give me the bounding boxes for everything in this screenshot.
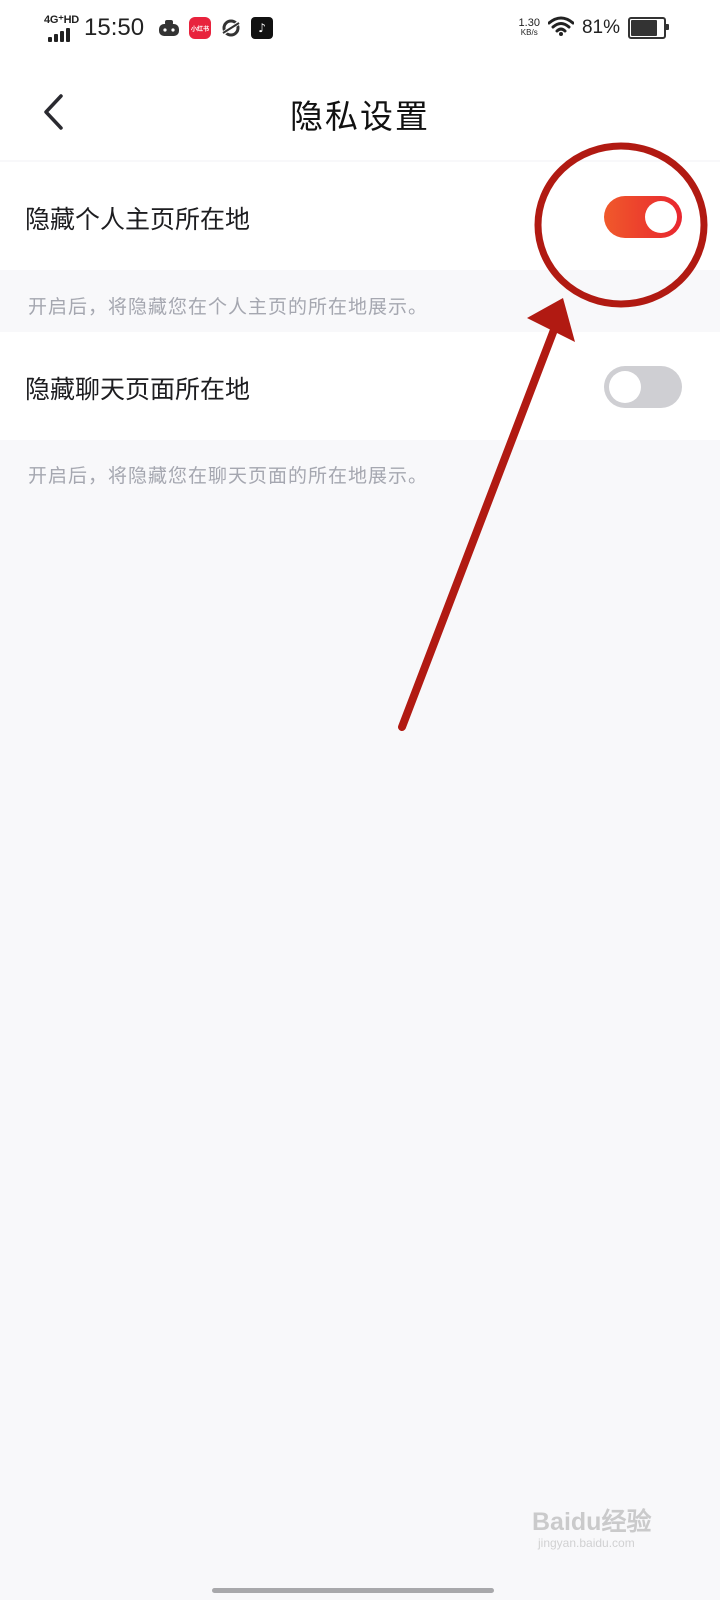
baidu-watermark: Baidu经验 jingyan.baidu.com: [532, 1496, 668, 1560]
battery-icon: [628, 17, 669, 39]
network-speed: 1.30 KB/s: [519, 18, 540, 38]
header: 隐私设置: [0, 70, 720, 154]
status-bar: 4G⁺HD 15:50 小红书 ♪ 1.30 KB/s 81%: [0, 0, 720, 56]
status-bar-left: 4G⁺HD 15:50 小红书 ♪: [44, 12, 282, 44]
home-indicator[interactable]: [212, 1588, 494, 1593]
status-bar-right: 1.30 KB/s 81%: [519, 12, 669, 44]
setting-row-hide-chat-location: 隐藏聊天页面所在地: [0, 332, 720, 440]
status-time: 15:50: [84, 14, 145, 41]
network-type: 4G⁺HD: [44, 14, 79, 26]
watermark-brand: Baidu经验: [532, 1508, 652, 1536]
toggle-hide-profile-location[interactable]: [604, 196, 682, 238]
setting-description-hide-chat-location: 开启后，将隐藏您在聊天页面的所在地展示。: [28, 465, 429, 487]
toggle-knob: [609, 371, 641, 403]
cellular-signal: 4G⁺HD: [44, 13, 79, 43]
browser-app-icon: [220, 17, 242, 39]
setting-label-hide-chat-location: 隐藏聊天页面所在地: [25, 375, 251, 404]
battery-percent: 81%: [581, 17, 620, 38]
setting-description-hide-profile-location: 开启后，将隐藏您在个人主页的所在地展示。: [28, 296, 429, 318]
xiaohongshu-app-icon: 小红书: [189, 17, 212, 39]
game-controller-icon: [158, 17, 180, 39]
watermark-url: jingyan.baidu.com: [538, 1536, 635, 1550]
tiktok-app-icon: ♪: [251, 17, 274, 39]
network-speed-unit: KB/s: [520, 28, 538, 37]
setting-row-hide-profile-location: 隐藏个人主页所在地: [0, 162, 720, 270]
toggle-hide-chat-location[interactable]: [604, 366, 682, 408]
page-title: 隐私设置: [290, 97, 430, 136]
wifi-icon: [547, 16, 575, 40]
setting-label-hide-profile-location: 隐藏个人主页所在地: [25, 205, 251, 234]
battery-level: [631, 20, 657, 36]
network-speed-value: 1.30: [518, 17, 540, 29]
signal-bars-icon: [48, 28, 70, 42]
toggle-knob: [645, 201, 677, 233]
